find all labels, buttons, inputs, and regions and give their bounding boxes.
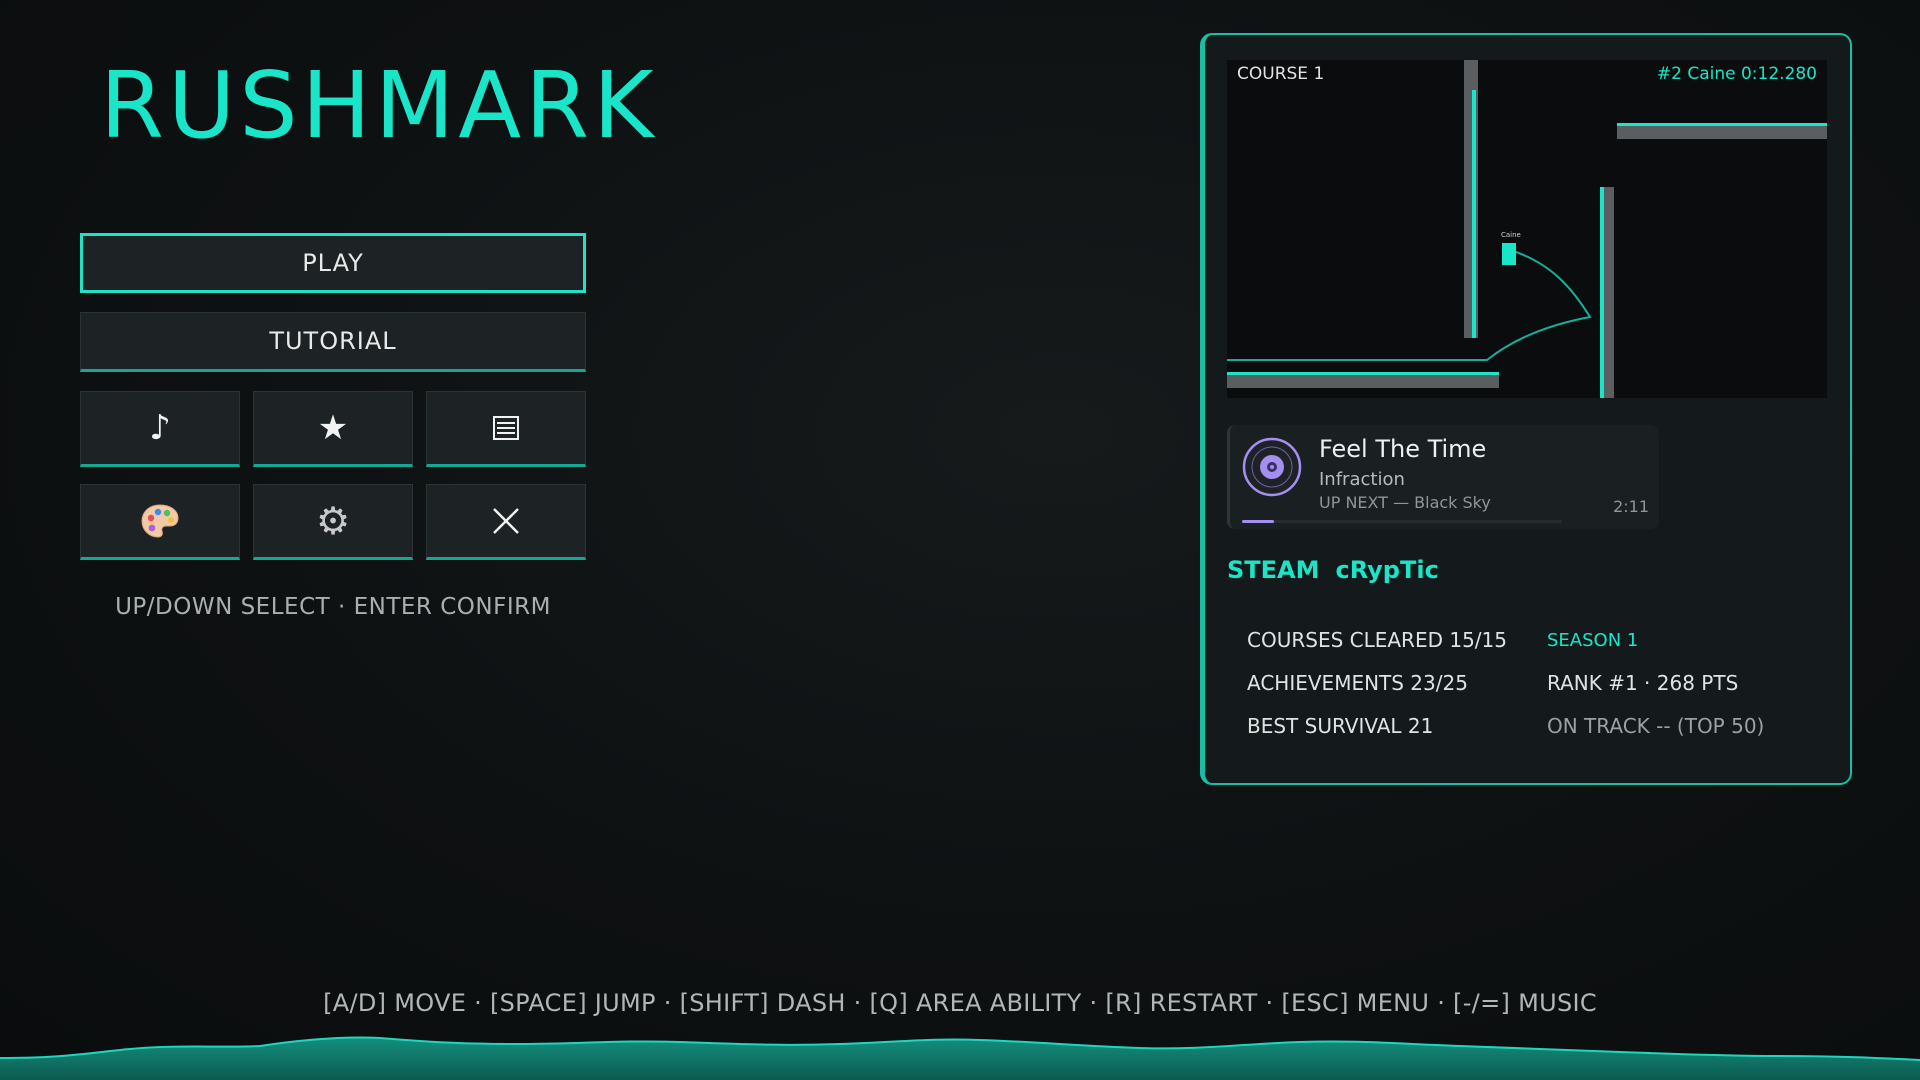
stat-courses-cleared: COURSES CLEARED 15/15 — [1247, 628, 1507, 652]
song-progress-fill — [1242, 520, 1274, 523]
ghost-player — [1502, 243, 1516, 265]
song-artist: Infraction — [1319, 469, 1405, 490]
gear-icon: ⚙ — [315, 499, 351, 543]
menu-hint: UP/DOWN SELECT · ENTER CONFIRM — [115, 594, 551, 620]
music-note-icon: ♪ — [149, 408, 171, 448]
palette-icon — [141, 504, 179, 538]
list-icon — [493, 416, 519, 440]
customize-button[interactable] — [80, 484, 240, 560]
stat-season: SEASON 1 — [1547, 630, 1639, 651]
floor-edge — [1227, 372, 1499, 375]
stat-on-track: ON TRACK -- (TOP 50) — [1547, 714, 1765, 738]
star-icon: ★ — [317, 408, 349, 448]
game-title: RUSHMARK — [100, 52, 658, 159]
controls-hint: [A/D] MOVE · [SPACE] JUMP · [SHIFT] DASH… — [323, 989, 1597, 1017]
ghost-name: Caine — [1501, 231, 1521, 239]
course-record: #2 Caine 0:12.280 — [1656, 64, 1817, 84]
username: cRypTic — [1335, 556, 1439, 584]
settings-button[interactable]: ⚙ — [253, 484, 413, 560]
close-icon — [493, 508, 519, 534]
tutorial-button[interactable]: TUTORIAL — [80, 312, 586, 372]
platform-label: STEAM — [1227, 556, 1320, 584]
song-duration: 2:11 — [1613, 497, 1649, 516]
up-next: UP NEXT — Black Sky — [1319, 493, 1491, 512]
upper-ledge-edge — [1617, 123, 1827, 126]
stat-rank: RANK #1 · 268 PTS — [1547, 671, 1739, 695]
ghost-trail — [1227, 251, 1592, 361]
wall-left-edge — [1472, 90, 1476, 338]
course-map: Caine — [1227, 60, 1827, 398]
now-playing-card[interactable]: Feel The Time Infraction UP NEXT — Black… — [1227, 425, 1659, 529]
upper-ledge — [1617, 125, 1827, 139]
song-progress-track — [1242, 520, 1562, 523]
quit-button[interactable] — [426, 484, 586, 560]
leaderboard-button[interactable] — [426, 391, 586, 467]
play-button[interactable]: PLAY — [80, 233, 586, 293]
course-label: COURSE 1 — [1237, 64, 1325, 84]
achievements-button[interactable]: ★ — [253, 391, 413, 467]
music-visualizer-wave — [0, 1036, 1920, 1080]
music-button[interactable]: ♪ — [80, 391, 240, 467]
vinyl-disc-icon — [1242, 437, 1302, 497]
floor — [1227, 374, 1499, 388]
stat-best-survival: BEST SURVIVAL 21 — [1247, 714, 1434, 738]
song-title: Feel The Time — [1319, 435, 1487, 463]
player-profile: STEAM cRypTic — [1227, 556, 1455, 584]
stat-achievements: ACHIEVEMENTS 23/25 — [1247, 671, 1468, 695]
course-preview: Caine COURSE 1 #2 Caine 0:12.280 — [1227, 60, 1827, 398]
wall-right-edge — [1600, 187, 1604, 398]
